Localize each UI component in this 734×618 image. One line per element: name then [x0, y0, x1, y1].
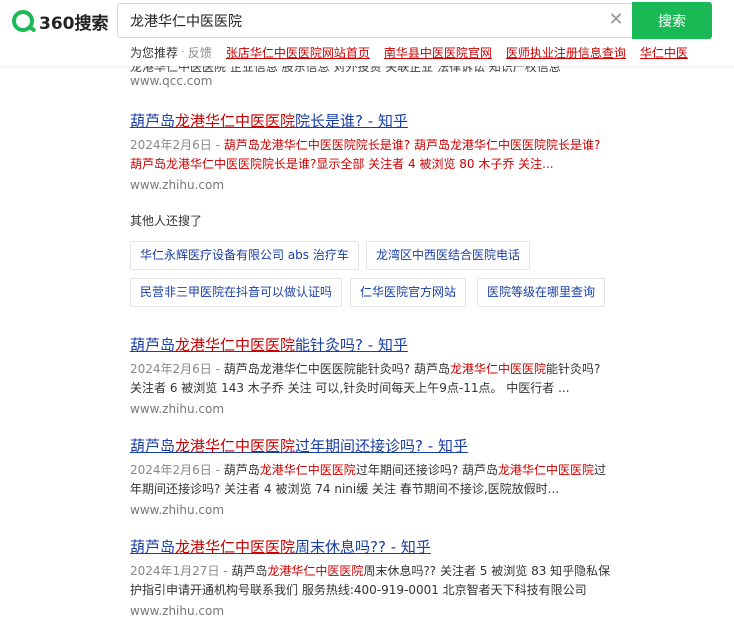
search-result: 葫芦岛龙港华仁中医医院院长是谁? - 知乎 2024年2月6日 - 葫芦岛龙港华…	[130, 110, 620, 192]
feedback-link[interactable]: 反馈	[188, 44, 212, 61]
suggestion-link[interactable]: 张店华仁中医医院网站首页	[226, 44, 370, 61]
result-url[interactable]: www.qcc.com	[130, 74, 212, 88]
related-search-chip[interactable]: 龙湾区中西医结合医院电话	[366, 241, 531, 270]
search-input[interactable]	[130, 4, 600, 37]
suggestion-bar: 为您推荐 · 反馈 张店华仁中医医院网站首页 南华县中医医院官网 医师执业注册信…	[130, 43, 734, 61]
clear-icon[interactable]: ✕	[606, 9, 626, 31]
result-date: 2024年1月27日 -	[130, 564, 232, 578]
related-search-chip[interactable]: 华仁永辉医疗设备有限公司 abs 治疗车	[130, 241, 359, 270]
result-snippet: 2024年2月6日 - 葫芦岛龙港华仁中医医院过年期间还接诊吗? 葫芦岛龙港华仁…	[130, 463, 607, 496]
suggestion-link[interactable]: 医师执业注册信息查询	[506, 44, 626, 61]
result-url[interactable]: www.zhihu.com	[130, 178, 620, 192]
result-snippet: 2024年2月6日 - 葫芦岛龙港华仁中医医院能针灸吗? 葫芦岛龙港华仁中医医院…	[130, 362, 601, 395]
result-title[interactable]: 葫芦岛龙港华仁中医医院周末休息吗?? - 知乎	[130, 536, 620, 558]
search-header: 360搜索 ✕ 搜索 为您推荐 · 反馈 张店华仁中医医院网站首页 南华县中医医…	[0, 0, 734, 66]
search-result: 葫芦岛龙港华仁中医医院周末休息吗?? - 知乎 2024年1月27日 - 葫芦岛…	[130, 536, 620, 618]
related-search-chip[interactable]: 民营非三甲医院在抖音可以做认证吗	[130, 278, 343, 307]
suggestion-link[interactable]: 华仁中医	[640, 44, 688, 61]
result-snippet: 2024年1月27日 - 葫芦岛龙港华仁中医医院周末休息吗?? 关注者 5 被浏…	[130, 564, 611, 597]
related-search-chip[interactable]: 仁华医院官方网站	[350, 278, 467, 307]
search-box: ✕	[117, 3, 633, 38]
related-searches-heading: 其他人还搜了	[130, 214, 203, 228]
result-date: 2024年2月6日 -	[130, 138, 224, 152]
result-title[interactable]: 葫芦岛龙港华仁中医医院能针灸吗? - 知乎	[130, 334, 620, 356]
result-url[interactable]: www.zhihu.com	[130, 402, 620, 416]
search-result: 葫芦岛龙港华仁中医医院能针灸吗? - 知乎 2024年2月6日 - 葫芦岛龙港华…	[130, 334, 620, 416]
result-title[interactable]: 葫芦岛龙港华仁中医医院过年期间还接诊吗? - 知乎	[130, 435, 620, 457]
result-url[interactable]: www.zhihu.com	[130, 503, 620, 517]
result-date: 2024年2月6日 -	[130, 362, 224, 376]
suggestion-link[interactable]: 南华县中医医院官网	[384, 44, 492, 61]
suggest-separator: ·	[181, 45, 185, 59]
search-result: 葫芦岛龙港华仁中医医院过年期间还接诊吗? - 知乎 2024年2月6日 - 葫芦…	[130, 435, 620, 517]
logo-text: 360搜索	[39, 13, 109, 34]
result-url[interactable]: www.zhihu.com	[130, 604, 620, 618]
related-search-chip[interactable]: 医院等级在哪里查询	[477, 278, 606, 307]
logo-q-icon	[12, 10, 34, 32]
search-button[interactable]: 搜索	[632, 2, 712, 39]
site-logo[interactable]: 360搜索	[12, 9, 109, 34]
suggest-label: 为您推荐	[130, 45, 179, 60]
result-title[interactable]: 葫芦岛龙港华仁中医医院院长是谁? - 知乎	[130, 110, 620, 132]
result-snippet: 2024年2月6日 - 葫芦岛龙港华仁中医医院院长是谁? 葫芦岛龙港华仁中医医院…	[130, 138, 601, 171]
result-date: 2024年2月6日 -	[130, 463, 224, 477]
